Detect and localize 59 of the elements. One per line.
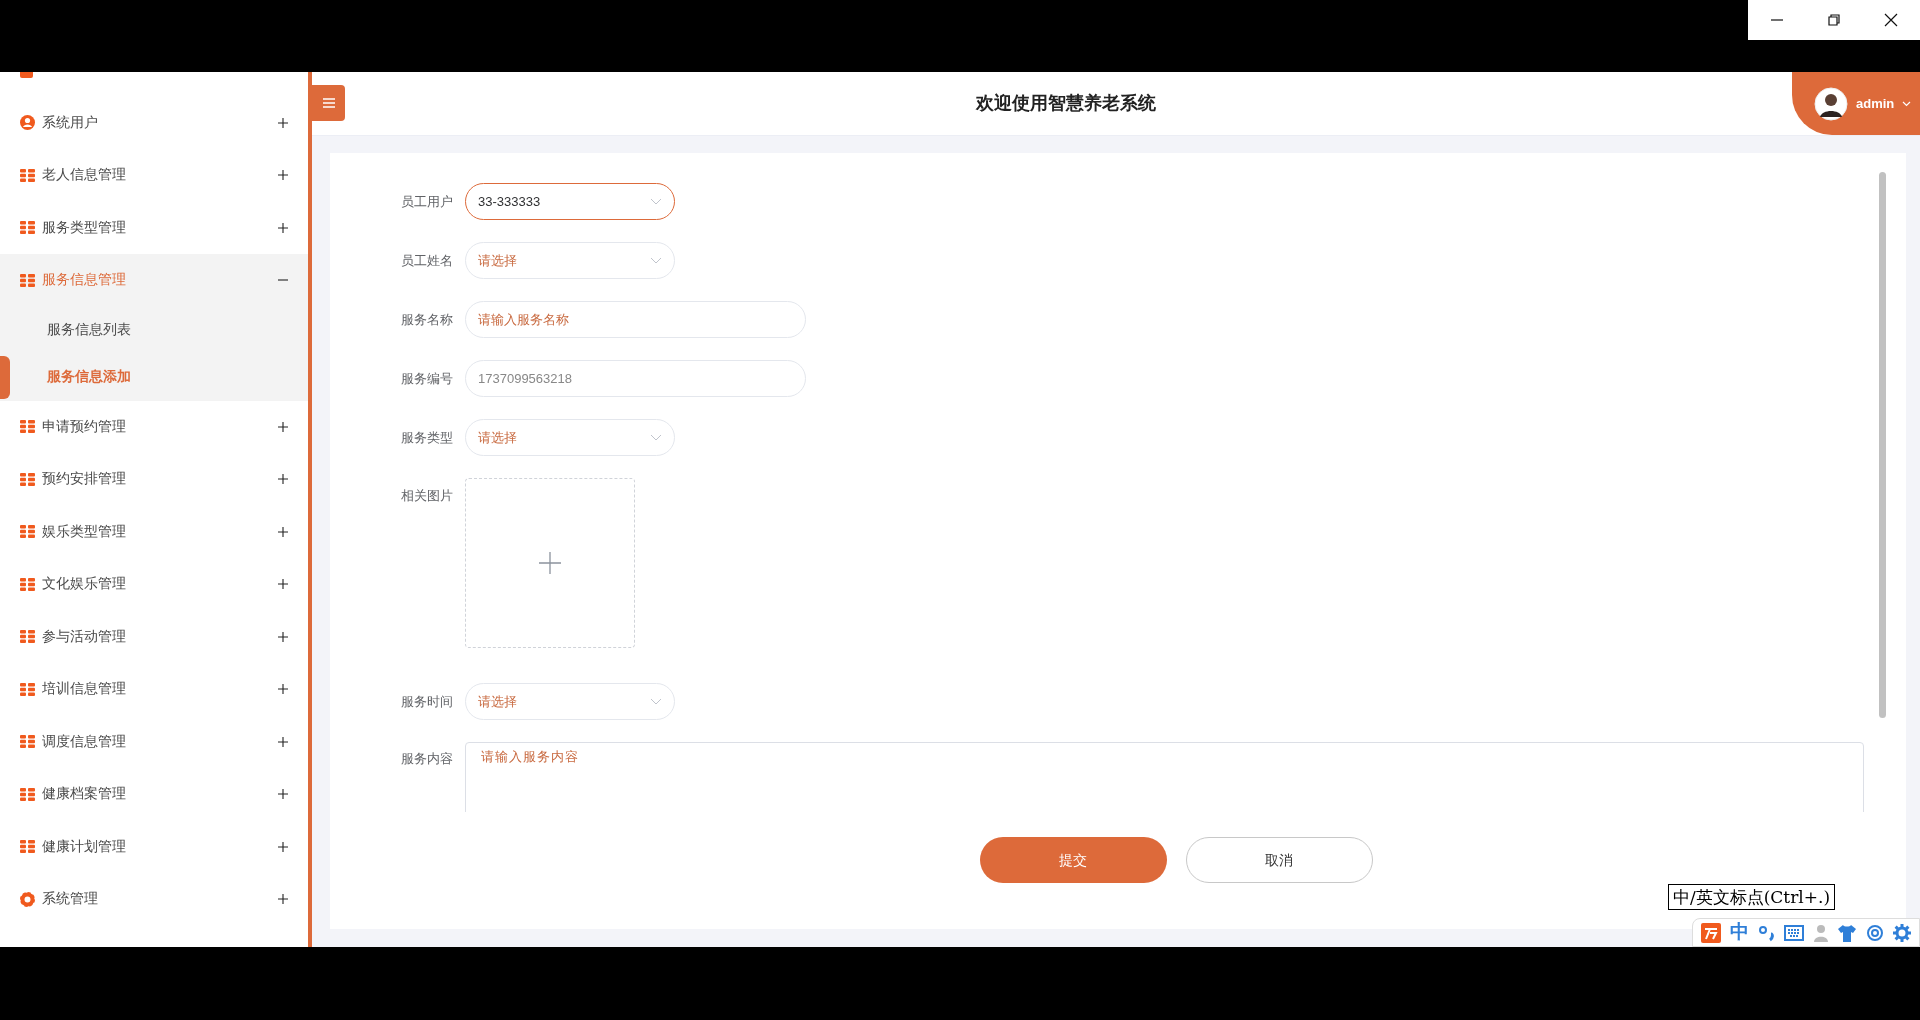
grid-icon <box>20 787 35 801</box>
cancel-button[interactable]: 取消 <box>1185 837 1373 883</box>
chevron-down-icon <box>650 434 662 441</box>
menu-item[interactable]: 老人信息管理 <box>0 149 308 202</box>
menu-item[interactable]: 参与活动管理 <box>0 610 308 663</box>
gear-icon <box>20 891 35 907</box>
field-label: 服务时间 <box>401 693 453 711</box>
field-label: 员工姓名 <box>401 252 453 270</box>
ime-tooltip: 中/英文标点(Ctrl+.) <box>1668 884 1836 910</box>
field-label: 员工用户 <box>401 193 453 211</box>
settings-icon[interactable] <box>1892 923 1911 942</box>
submenu-item[interactable]: 服务信息列表 <box>0 306 308 354</box>
username: admin <box>1856 94 1895 113</box>
avatar-icon <box>1814 86 1848 121</box>
field-label: 服务编号 <box>401 370 453 388</box>
menu-item[interactable]: 文化娱乐管理 <box>0 558 308 611</box>
plus-icon <box>539 552 561 574</box>
menu-item[interactable]: 系统用户 <box>0 96 308 149</box>
menu-button[interactable] <box>312 85 345 121</box>
shirt-icon[interactable] <box>1837 923 1858 942</box>
grid-icon <box>20 577 35 591</box>
user-icon <box>20 115 35 131</box>
chevron-down-icon <box>650 257 662 264</box>
menu-item[interactable]: 申请预约管理 <box>0 400 308 453</box>
chevron-down-icon <box>1902 100 1912 107</box>
chevron-down-icon <box>650 198 662 205</box>
grid-icon <box>20 221 35 235</box>
grid-icon <box>20 525 35 539</box>
menu-icon <box>322 98 335 108</box>
grid-icon <box>20 472 35 486</box>
close-icon[interactable] <box>1884 13 1899 27</box>
scrollbar[interactable] <box>1879 172 1886 718</box>
grid-icon <box>20 420 35 434</box>
grid-icon <box>20 735 35 749</box>
field-label: 相关图片 <box>401 487 453 505</box>
punctuation-icon[interactable] <box>1757 923 1776 942</box>
menu-item[interactable]: 系统管理 <box>0 873 308 926</box>
grid-icon <box>20 168 35 182</box>
menu-item[interactable]: 预约安排管理 <box>0 453 308 506</box>
menu-item[interactable]: 培训信息管理 <box>0 663 308 716</box>
field-label: 服务内容 <box>401 750 453 768</box>
textarea-field[interactable]: 请输入服务内容 <box>465 742 1864 812</box>
menu-item[interactable]: 娱乐类型管理 <box>0 505 308 558</box>
field-label: 服务名称 <box>401 311 453 329</box>
chevron-down-icon <box>650 698 662 705</box>
ime-mode[interactable]: 中 <box>1729 918 1749 947</box>
menu-item[interactable]: 健康档案管理 <box>0 768 308 821</box>
grid-icon <box>20 682 35 696</box>
menu-item[interactable]: 健康计划管理 <box>0 820 308 873</box>
ime-logo-icon[interactable] <box>1701 922 1722 943</box>
keyboard-icon[interactable] <box>1784 924 1805 941</box>
grid-icon <box>20 273 35 287</box>
menu-item[interactable]: 服务类型管理 <box>0 201 308 254</box>
restore-icon[interactable] <box>1827 13 1841 27</box>
page-title: 欢迎使用智慧养老系统 <box>976 92 1156 115</box>
field-label: 服务类型 <box>401 429 453 447</box>
grid-icon <box>20 630 35 644</box>
grid-icon <box>20 840 35 854</box>
menu-item[interactable]: 调度信息管理 <box>0 715 308 768</box>
